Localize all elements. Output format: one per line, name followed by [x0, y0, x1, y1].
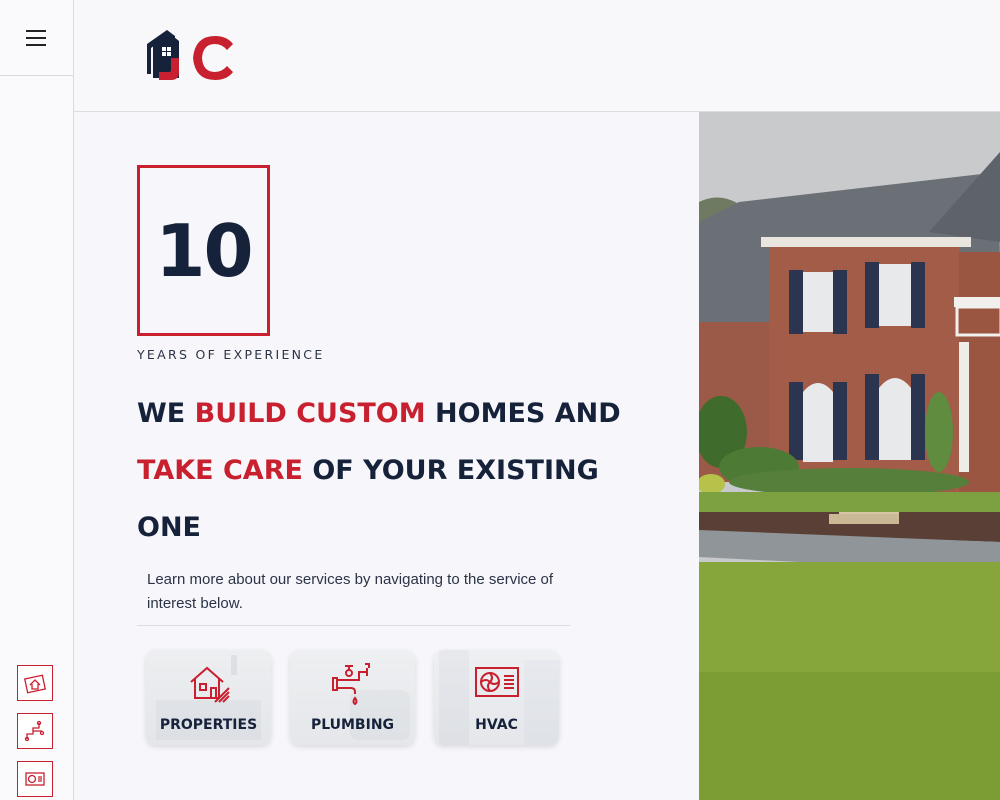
service-card-plumbing[interactable]: PLUMBING: [290, 650, 415, 745]
divider: [137, 625, 570, 626]
service-card-hvac[interactable]: HVAC: [434, 650, 559, 745]
site-logo[interactable]: [145, 26, 239, 86]
service-label: PLUMBING: [310, 717, 395, 733]
services-description: Learn more about our services by navigat…: [147, 571, 554, 612]
properties-shortcut[interactable]: [17, 665, 53, 701]
headline-part: HOMES AND: [425, 398, 621, 429]
brick-house-photo: [699, 112, 1000, 800]
hvac-shortcut[interactable]: [17, 761, 53, 797]
sidebar: [0, 0, 74, 800]
hero-image: [699, 112, 1000, 800]
service-label: PROPERTIES: [159, 717, 258, 733]
air-conditioner-icon: [474, 667, 519, 697]
headline-highlight: TAKE CARE: [137, 455, 303, 486]
headline-part: WE: [137, 398, 195, 429]
house-blueprint-icon: [189, 666, 230, 703]
house-logo-icon: [147, 30, 233, 80]
experience-label: YEARS OF EXPERIENCE: [137, 347, 325, 362]
blueprint-house-icon: [23, 674, 47, 694]
menu-button[interactable]: [0, 0, 73, 76]
headline-highlight: BUILD CUSTOM: [194, 398, 426, 429]
plumbing-shortcut[interactable]: [17, 713, 53, 749]
page-headline: WE BUILD CUSTOM HOMES AND TAKE CARE OF Y…: [137, 385, 657, 556]
pipe-icon: [24, 720, 45, 742]
service-label: HVAC: [475, 717, 518, 733]
hamburger-menu-icon[interactable]: [25, 29, 48, 46]
experience-number: 10: [155, 208, 253, 293]
faucet-pipe-icon: [331, 663, 370, 706]
experience-box: 10: [137, 165, 270, 336]
service-card-properties[interactable]: PROPERTIES: [146, 650, 271, 745]
hvac-unit-icon: [25, 772, 45, 786]
